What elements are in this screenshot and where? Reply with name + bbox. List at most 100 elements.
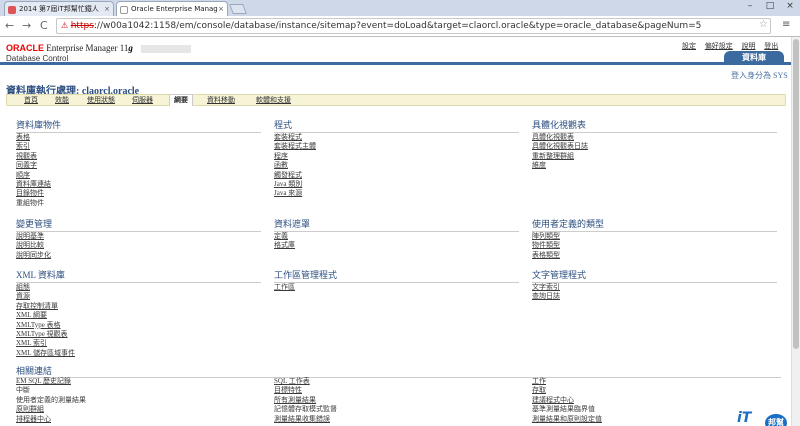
section-link[interactable]: 表格 (16, 133, 261, 142)
section-heading: 工作區管理程式 (274, 268, 519, 283)
subtab-availability[interactable]: 使用狀態 (87, 95, 115, 106)
logout-link[interactable]: 登出 (764, 42, 778, 50)
scrollbar-thumb[interactable] (793, 39, 799, 349)
section-link[interactable]: 具體化視觀表日誌 (532, 142, 777, 151)
oracle-em-logo: ORACLE Enterprise Manager 11g (6, 43, 192, 53)
close-tab-icon[interactable]: × (104, 2, 110, 16)
section-heading: 程式 (274, 118, 519, 133)
close-tab-icon[interactable]: × (218, 2, 224, 16)
section-heading: 變更管理 (16, 217, 261, 232)
browser-tab-ithome[interactable]: 2014 第7屆iT邦幫忙鐵人 × (4, 1, 114, 16)
related-links-heading: 相關連結 (16, 364, 781, 378)
close-window-button[interactable]: × (780, 0, 800, 12)
bookmark-star-icon[interactable]: ☆ (759, 19, 768, 30)
related-link[interactable]: 建議程式中心 (532, 396, 602, 405)
section-link[interactable]: 目錄物件 (16, 189, 261, 198)
section-link[interactable]: 程序 (274, 152, 519, 161)
subtab-performance[interactable]: 效能 (55, 95, 69, 106)
subtab-home[interactable]: 首頁 (24, 95, 38, 106)
section-link[interactable]: 資源 (16, 292, 261, 301)
section-heading: XML 資料庫 (16, 268, 261, 283)
section-change-management: 變更管理 說明基準 說明比較 說明同步化 (16, 217, 261, 260)
watermark-cn: 邦幫忙 (765, 414, 787, 426)
new-tab-button[interactable] (229, 4, 247, 14)
section-link[interactable]: XML 綱要 (16, 311, 261, 320)
section-link[interactable]: Java 來源 (274, 189, 519, 198)
related-link[interactable]: 所有測量結果 (274, 396, 337, 405)
related-link[interactable]: 目標特性 (274, 386, 337, 395)
section-link[interactable]: 定義 (274, 232, 519, 241)
section-programs: 程式 套裝程式 套裝程式主體 程序 函數 觸發程式 Java 類別 Java 來源 (274, 118, 519, 199)
maximize-button[interactable]: □ (760, 0, 780, 12)
browser-tab-oracle[interactable]: Oracle Enterprise Manag × (116, 1, 228, 16)
subtab-software-support[interactable]: 軟體和支援 (256, 95, 291, 106)
url-input[interactable]: ⚠ https://w00a1042:1158/em/console/datab… (56, 18, 771, 34)
header-band (0, 62, 791, 65)
section-link[interactable]: 說明比較 (16, 241, 261, 250)
section-link[interactable]: 觸發程式 (274, 171, 519, 180)
section-link[interactable]: 視觀表 (16, 152, 261, 161)
section-link[interactable]: 維度 (532, 161, 777, 170)
setup-link[interactable]: 設定 (682, 42, 696, 50)
section-link[interactable]: XMLType 視觀表 (16, 330, 261, 339)
section-link[interactable]: 說明基準 (16, 232, 261, 241)
help-link[interactable]: 說明 (742, 42, 756, 50)
section-link[interactable]: XML 儲存區域事件 (16, 349, 261, 358)
section-link[interactable]: 順序 (16, 171, 261, 180)
section-link[interactable]: 格式庫 (274, 241, 519, 250)
section-link: 重組物件 (16, 198, 44, 207)
related-link[interactable]: EM SQL 歷史記錄 (16, 377, 86, 386)
section-link[interactable]: Java 類別 (274, 180, 519, 189)
section-materialized-views: 具體化視觀表 具體化視觀表 具體化視觀表日誌 重新整理群組 維度 (532, 118, 777, 171)
section-link[interactable]: 陣列類型 (532, 232, 777, 241)
section-link[interactable]: 工作區 (274, 283, 519, 292)
section-link[interactable]: 表格類型 (532, 251, 777, 260)
related-link[interactable]: 原則群組 (16, 405, 86, 414)
section-link[interactable]: 具體化視觀表 (532, 133, 777, 142)
section-link[interactable]: 套裝程式 (274, 133, 519, 142)
url-scheme: https (70, 21, 94, 31)
related-link: 使用者定義的測量結果 (16, 395, 86, 404)
forward-icon[interactable]: → (22, 19, 31, 32)
related-col-3: 工作 存取 建議程式中心 基準測量結果臨界值 測量結果和原則設定值 (532, 377, 602, 424)
section-workspace-manager: 工作區管理程式 工作區 (274, 268, 519, 292)
menu-icon[interactable]: ≡ (782, 19, 790, 30)
reload-icon[interactable]: C (40, 19, 48, 32)
section-link[interactable]: 存取控制清單 (16, 302, 261, 311)
ithome-watermark: iT 邦幫忙 (733, 404, 793, 426)
section-link[interactable]: 索引 (16, 142, 261, 151)
related-link[interactable]: 測量結果和原則設定值 (532, 415, 602, 424)
subtab-schema[interactable]: 綱要 (169, 94, 193, 106)
section-link[interactable]: 物件類型 (532, 241, 777, 250)
section-data-masking: 資料遮罩 定義 格式庫 (274, 217, 519, 251)
page-favicon-icon (120, 6, 128, 14)
subtab-server[interactable]: 伺服器 (132, 95, 153, 106)
section-link[interactable]: XMLType 表格 (16, 321, 261, 330)
related-link[interactable]: 測量結果收集錯誤 (274, 415, 337, 424)
subtab-data-movement[interactable]: 資料移動 (207, 95, 235, 106)
related-link[interactable]: 排程器中心 (16, 415, 86, 424)
insecure-lock-icon: ⚠ (61, 21, 71, 30)
section-link[interactable]: 資料庫連結 (16, 180, 261, 189)
related-link: 中斷 (16, 386, 30, 395)
related-link[interactable]: 工作 (532, 377, 602, 386)
section-link[interactable]: 套裝程式主體 (274, 142, 519, 151)
vertical-scrollbar[interactable] (791, 37, 800, 426)
related-link[interactable]: 存取 (532, 386, 602, 395)
related-col-1: EM SQL 歷史記錄 中斷 使用者定義的測量結果 原則群組 排程器中心 (16, 377, 86, 424)
section-link[interactable]: 同義字 (16, 161, 261, 170)
address-bar-row: ← → C ⚠ https://w00a1042:1158/em/console… (0, 16, 800, 37)
section-link[interactable]: 查詢日誌 (532, 292, 777, 301)
section-link[interactable]: 重新整理群組 (532, 152, 777, 161)
back-icon[interactable]: ← (5, 19, 14, 32)
em-version-suffix: g (128, 43, 133, 53)
section-link[interactable]: 組態 (16, 283, 261, 292)
section-link[interactable]: 文字索引 (532, 283, 777, 292)
url-text: ://w00a1042:1158/em/console/database/ins… (93, 21, 702, 31)
minimize-button[interactable]: – (740, 0, 760, 12)
section-link[interactable]: 函數 (274, 161, 519, 170)
section-link[interactable]: 說明同步化 (16, 251, 261, 260)
related-link[interactable]: SQL 工作表 (274, 377, 337, 386)
section-link[interactable]: XML 索引 (16, 339, 261, 348)
preferences-link[interactable]: 偏好設定 (705, 42, 733, 50)
